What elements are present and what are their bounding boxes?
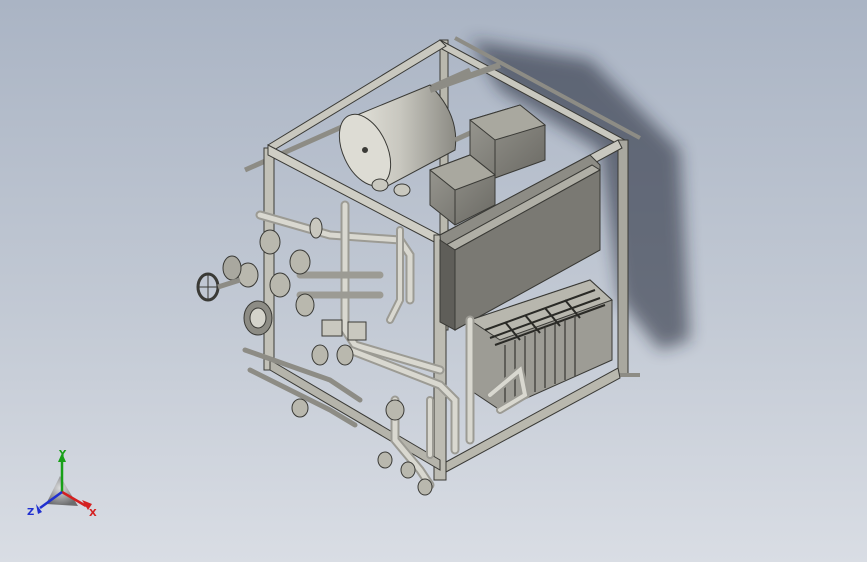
cad-viewport[interactable] <box>0 0 867 562</box>
y-axis-label: Y <box>58 449 67 460</box>
coordinate-triad[interactable]: Y X Z <box>26 448 106 524</box>
z-axis-arrow <box>36 504 42 514</box>
x-axis-label: X <box>89 508 97 519</box>
z-axis-label: Z <box>27 507 34 518</box>
